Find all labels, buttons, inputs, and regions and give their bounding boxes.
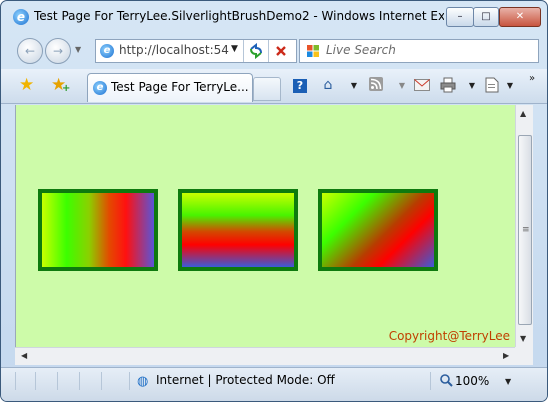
scroll-left-icon[interactable]: ◀ bbox=[21, 351, 27, 360]
star-icon[interactable]: ★ bbox=[19, 75, 34, 95]
page-dropdown-icon[interactable]: ▼ bbox=[501, 81, 519, 90]
windows-flag-icon bbox=[307, 45, 319, 57]
feeds-dropdown-icon[interactable]: ▼ bbox=[393, 81, 411, 90]
globe-icon: ◍ bbox=[137, 374, 149, 389]
page-ie-icon: e bbox=[100, 44, 114, 58]
address-dropdown-icon[interactable]: ▼ bbox=[231, 44, 238, 54]
rss-icon[interactable] bbox=[367, 77, 385, 95]
more-tools-icon[interactable]: » bbox=[523, 73, 541, 84]
print-dropdown-icon[interactable]: ▼ bbox=[463, 81, 481, 90]
horizontal-scrollbar[interactable]: ◀ ▶ bbox=[15, 347, 515, 365]
status-bar: ◍ Internet | Protected Mode: Off 100% ▼ bbox=[1, 367, 547, 401]
security-zone[interactable]: Internet | Protected Mode: Off bbox=[156, 373, 335, 387]
search-box[interactable]: Live Search bbox=[299, 39, 539, 63]
tab-label: Test Page For TerryLe... bbox=[111, 80, 249, 94]
close-button[interactable]: ✕ bbox=[499, 7, 541, 27]
address-input[interactable]: http://localhost:54 bbox=[119, 43, 231, 57]
gradient-rectangle-horizontal bbox=[38, 189, 158, 271]
status-segment bbox=[101, 372, 130, 390]
maximize-button[interactable]: □ bbox=[473, 7, 499, 27]
window-title: Test Page For TerryLee.SilverlightBrushD… bbox=[34, 9, 444, 23]
zoom-dropdown-icon[interactable]: ▼ bbox=[505, 377, 511, 386]
add-plus-icon: + bbox=[62, 83, 71, 94]
status-segment bbox=[79, 372, 102, 390]
status-segment bbox=[1, 372, 16, 390]
back-button[interactable]: ← bbox=[17, 38, 43, 64]
help-icon[interactable]: ? bbox=[293, 79, 307, 93]
printer-icon[interactable] bbox=[439, 77, 457, 97]
magnifier-icon[interactable] bbox=[439, 373, 453, 390]
copyright-text: Copyright@TerryLee bbox=[388, 329, 510, 343]
command-bar: ★ ★ + e Test Page For TerryLe... ? ⌂ ▼ ▼ bbox=[1, 69, 547, 104]
home-icon[interactable]: ⌂ bbox=[319, 77, 337, 93]
minimize-button[interactable]: – bbox=[446, 7, 474, 27]
vertical-scrollbar[interactable]: ▲ ≡ ▼ bbox=[515, 105, 533, 347]
refresh-icon[interactable] bbox=[243, 40, 268, 62]
ie-window: e Test Page For TerryLee.SilverlightBrus… bbox=[0, 0, 548, 402]
tab-active[interactable]: e Test Page For TerryLe... bbox=[87, 73, 253, 102]
page-content: Copyright@TerryLee bbox=[15, 105, 516, 347]
new-tab-button[interactable] bbox=[253, 77, 281, 101]
status-segment bbox=[35, 372, 58, 390]
ie-logo-icon: e bbox=[13, 9, 29, 25]
gradient-rectangle-vertical bbox=[178, 189, 298, 271]
title-bar[interactable]: e Test Page For TerryLee.SilverlightBrus… bbox=[1, 1, 547, 33]
recent-pages-dropdown[interactable]: ▼ bbox=[75, 45, 81, 54]
gradient-rectangle-diagonal bbox=[318, 189, 438, 271]
home-dropdown-icon[interactable]: ▼ bbox=[345, 81, 363, 90]
status-segment bbox=[15, 372, 36, 390]
page-icon[interactable] bbox=[483, 77, 501, 97]
search-input[interactable]: Live Search bbox=[326, 43, 396, 57]
address-bar[interactable]: e http://localhost:54 ▼ bbox=[95, 39, 297, 63]
scroll-thumb[interactable]: ≡ bbox=[518, 135, 532, 325]
scroll-up-icon[interactable]: ▲ bbox=[520, 109, 526, 118]
scroll-down-icon[interactable]: ▼ bbox=[520, 334, 526, 343]
status-segment bbox=[57, 372, 80, 390]
scroll-right-icon[interactable]: ▶ bbox=[503, 351, 509, 360]
mail-icon[interactable] bbox=[413, 77, 431, 95]
stop-icon[interactable] bbox=[268, 40, 293, 62]
status-divider bbox=[429, 372, 431, 390]
scrollbar-corner bbox=[515, 347, 533, 365]
forward-button[interactable]: → bbox=[45, 38, 71, 64]
grip-icon: ≡ bbox=[522, 225, 530, 235]
zoom-level[interactable]: 100% bbox=[455, 374, 489, 388]
tab-ie-icon: e bbox=[93, 81, 107, 95]
